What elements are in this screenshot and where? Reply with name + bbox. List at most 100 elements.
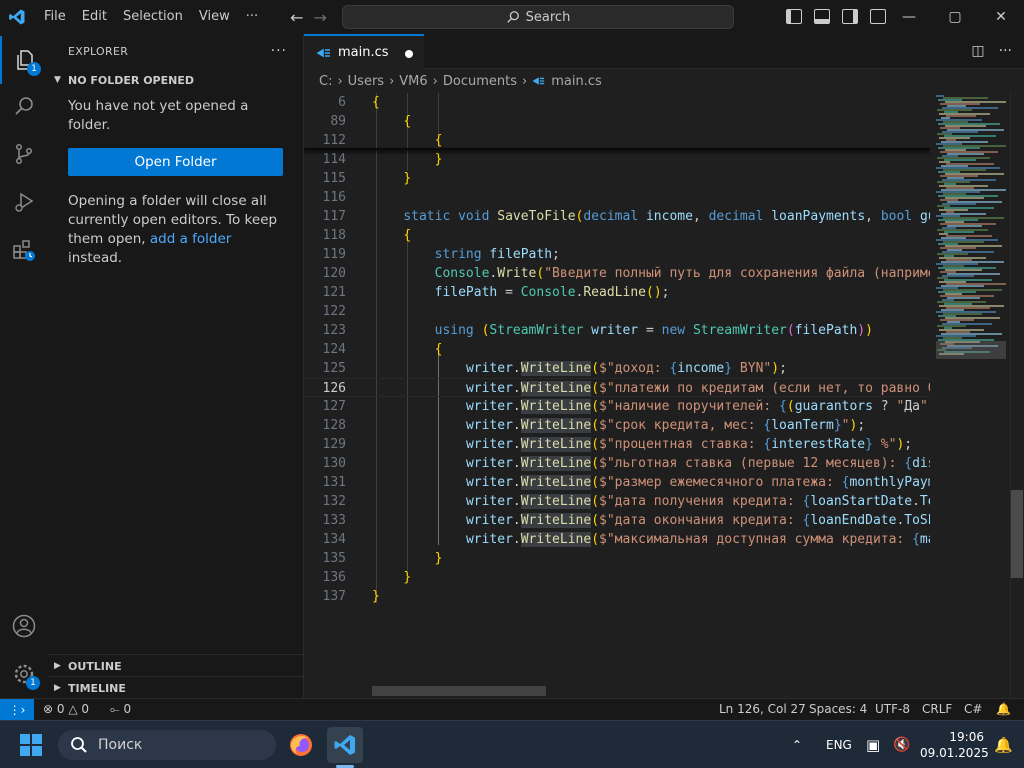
vscode-taskbar-icon[interactable] [327,727,363,763]
line-source: } [434,551,443,566]
language-mode[interactable]: C# [964,699,982,721]
network-icon[interactable]: ▣ [866,721,880,768]
add-folder-link[interactable]: add a folder [150,231,231,247]
line-ending[interactable]: CRLF [922,699,952,721]
toggle-secondary-sidebar-icon[interactable] [842,9,858,24]
code-line[interactable]: 122 [304,302,930,321]
taskbar-clock[interactable]: 19:06 09.01.2025 [920,729,989,761]
code-line[interactable]: 126 writer.WriteLine($"платежи по кредит… [304,378,930,397]
remote-indicator-icon[interactable]: ⋮› [0,699,34,721]
more-actions-icon[interactable]: ··· [999,43,1012,59]
scrollbar-thumb[interactable] [1011,490,1023,578]
code-editor[interactable]: 6{89 {112 {114 } 115 } 116 117 static void … [304,93,930,698]
cursor-position[interactable]: Ln 126, Col 27 [719,699,806,721]
code-line[interactable]: 137} [304,587,930,606]
timeline-section[interactable]: ▶ TIMELINE [48,676,303,699]
breadcrumb-item[interactable]: VM6 [399,74,427,89]
code-line[interactable]: 121 filePath = Console.ReadLine(); [304,283,930,302]
editor-tabs: main.cs ◫ ··· [304,34,1024,69]
line-source: } [434,152,443,167]
code-line[interactable]: 118 { [304,226,930,245]
minimap[interactable] [930,93,1010,698]
code-line[interactable]: 123 using (StreamWriter writer = new Str… [304,321,930,340]
manage-gear-icon[interactable]: 1 [0,650,48,698]
menu-more[interactable]: ··· [238,0,266,34]
search-view-icon[interactable] [0,82,48,130]
menu-selection[interactable]: Selection [115,0,191,34]
ports-indicator[interactable]: ⟜ 0 [110,699,131,721]
code-line[interactable]: 133 writer.WriteLine($"дата окончания кр… [304,511,930,530]
split-editor-icon[interactable]: ◫ [971,43,984,59]
indentation[interactable]: Spaces: 4 [809,699,867,721]
source-control-icon[interactable] [0,130,48,178]
line-number: 126 [322,381,346,396]
problems-indicator[interactable]: ⊗ 0 △ 0 [43,699,89,721]
line-source: { [403,114,412,129]
windows-start-icon[interactable] [20,734,42,756]
breadcrumb-item[interactable]: Documents [443,74,517,89]
outline-section[interactable]: ▶ OUTLINE [48,654,303,677]
code-line[interactable]: 127 writer.WriteLine($"наличие поручител… [304,397,930,416]
forward-arrow-icon[interactable]: → [314,8,327,27]
title-bar: File Edit Selection View ··· ← → Search … [0,0,1024,34]
menu-edit[interactable]: Edit [74,0,115,34]
extensions-icon[interactable] [0,226,48,274]
code-line[interactable]: 89 { [304,112,930,131]
line-number: 117 [322,209,346,224]
maximize-icon[interactable]: ▢ [932,0,978,34]
code-line[interactable]: 132 writer.WriteLine($"дата получения кр… [304,492,930,511]
breadcrumb-item[interactable]: main.cs [551,74,602,89]
code-line[interactable]: 134 writer.WriteLine($"максимальная дост… [304,530,930,549]
code-line[interactable]: 130 writer.WriteLine($"льготная ставка (… [304,454,930,473]
line-number: 128 [322,418,346,433]
chevron-up-icon[interactable]: ⌃ [792,721,802,768]
input-language[interactable]: ENG [826,721,852,768]
code-line[interactable]: 120 Console.Write("Введите полный путь д… [304,264,930,283]
code-line[interactable]: 125 writer.WriteLine($"доход: {income} B… [304,359,930,378]
close-icon[interactable]: ✕ [978,0,1024,34]
code-line[interactable]: 135 } [304,549,930,568]
code-line[interactable]: 116 [304,188,930,207]
code-line[interactable]: 117 static void SaveToFile(decimal incom… [304,207,930,226]
encoding[interactable]: UTF-8 [875,699,910,721]
code-line[interactable]: 136 } [304,568,930,587]
taskbar-search-box[interactable]: Поиск [58,730,276,760]
code-line[interactable]: 114 } [304,150,930,169]
run-debug-icon[interactable] [0,178,48,226]
breadcrumb-item[interactable]: Users [348,74,384,89]
horizontal-scrollbar[interactable] [372,686,546,696]
chevron-right-icon: › [522,73,528,89]
line-number: 89 [330,114,346,129]
code-line[interactable]: 124 { [304,340,930,359]
toggle-primary-sidebar-icon[interactable] [786,9,802,24]
command-search-box[interactable]: Search [342,5,734,29]
code-line[interactable]: 129 writer.WriteLine($"процентная ставка… [304,435,930,454]
volume-muted-icon[interactable]: 🔇 [893,721,910,768]
notification-bell-icon[interactable]: 🔔 [994,721,1013,768]
line-number: 122 [322,304,346,319]
code-line[interactable]: 115 } [304,169,930,188]
explorer-icon[interactable]: 1 [0,36,48,84]
code-line[interactable]: 6{ [304,93,930,112]
customize-layout-icon[interactable] [870,9,886,24]
code-line[interactable]: 131 writer.WriteLine($"размер ежемесячно… [304,473,930,492]
no-folder-section-header[interactable]: ▼ NO FOLDER OPENED [48,69,303,91]
notifications-bell-icon[interactable]: 🔔 [996,699,1011,721]
accounts-icon[interactable] [0,602,48,650]
firefox-icon[interactable] [283,727,319,763]
unsaved-dot-icon[interactable] [405,50,413,58]
minimap-viewport-slider[interactable] [936,341,1006,359]
vertical-scrollbar[interactable] [1010,93,1024,698]
open-folder-button[interactable]: Open Folder [68,148,283,176]
back-arrow-icon[interactable]: ← [290,8,303,27]
code-line[interactable]: 128 writer.WriteLine($"срок кредита, мес… [304,416,930,435]
menu-file[interactable]: File [36,0,74,34]
minimize-icon[interactable]: — [886,0,932,34]
menu-view[interactable]: View [191,0,238,34]
breadcrumb-item[interactable]: C: [319,74,332,89]
tab-main-cs[interactable]: main.cs [304,34,424,69]
toggle-panel-icon[interactable] [814,9,830,24]
code-line[interactable]: 119 string filePath; [304,245,930,264]
line-source: writer.WriteLine($"срок кредита, мес: {l… [465,418,866,433]
sidebar-more-button[interactable]: ··· [271,43,287,59]
